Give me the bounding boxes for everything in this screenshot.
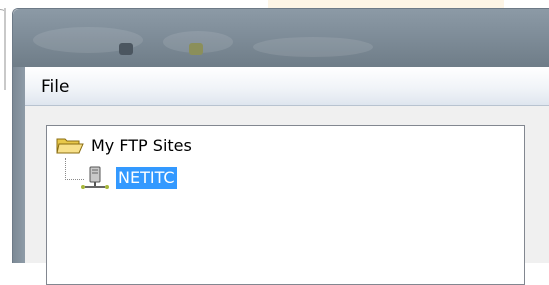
window-titlebar[interactable] (13, 9, 549, 67)
titlebar-icon (119, 43, 133, 55)
tree-node-label: NETITC (116, 167, 177, 189)
tree-node-label: My FTP Sites (91, 136, 192, 155)
ftp-server-icon (79, 166, 111, 190)
menu-bar: File (25, 67, 549, 106)
window-frame-left (13, 67, 25, 263)
tree-node-netitc[interactable]: NETITC (79, 166, 177, 190)
ftp-sites-tree[interactable]: My FTP Sites NETITC (46, 125, 525, 285)
titlebar-icon (189, 43, 203, 55)
background-window-edge: ͡ (0, 0, 12, 263)
titlebar-blur-shape (253, 37, 373, 57)
background-window-border (4, 8, 6, 90)
folder-open-icon (55, 136, 85, 156)
tree-node-my-ftp-sites[interactable]: My FTP Sites (55, 134, 194, 158)
menu-file[interactable]: File (39, 76, 71, 98)
ftp-sites-window: File My FTP Sites NETITC (12, 8, 549, 285)
window-client-area: File My FTP Sites NETITC (25, 67, 549, 285)
